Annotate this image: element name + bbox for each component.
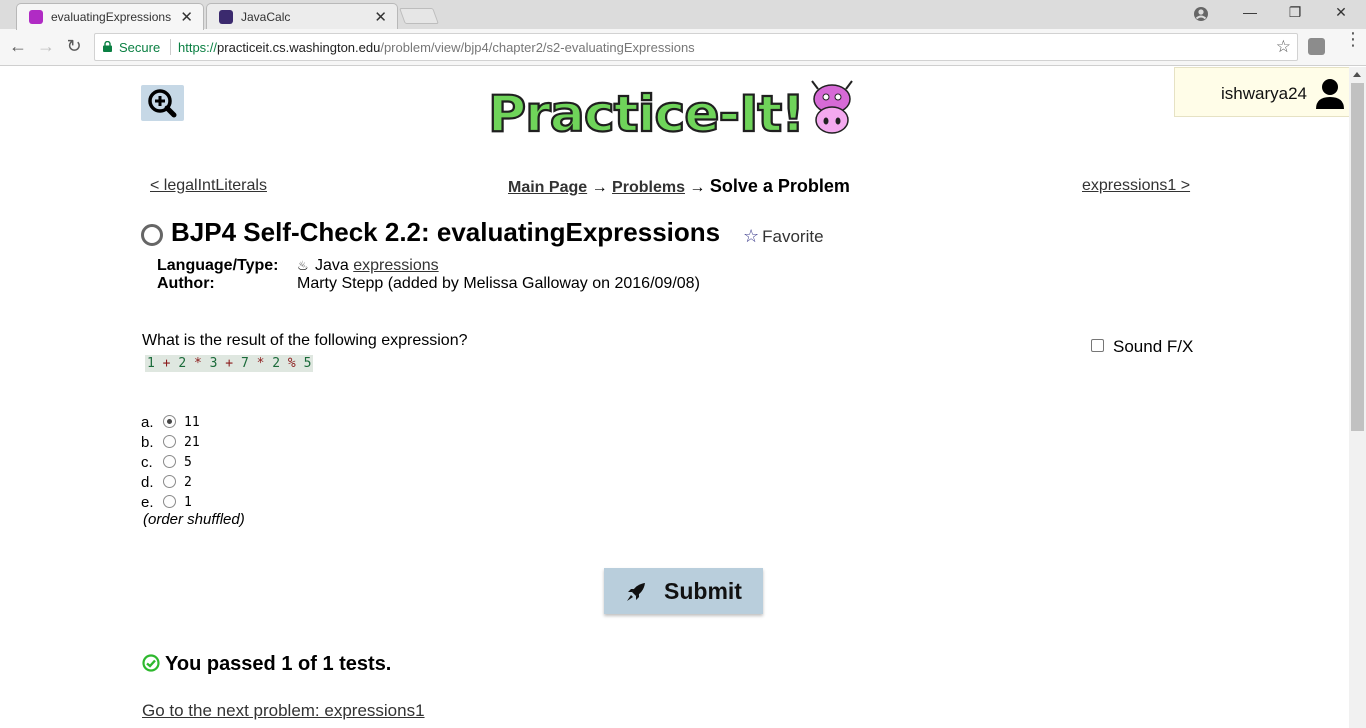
new-tab-button[interactable] <box>399 8 439 24</box>
test-result-text: You passed 1 of 1 tests. <box>165 653 392 675</box>
browser-tabstrip: evaluatingExpressions - S ✕ JavaCalc ✕ —… <box>0 0 1366 30</box>
choice-letter: e. <box>141 494 154 511</box>
expression-number: 1 <box>147 356 155 371</box>
practice-it-logo[interactable]: Practice-It! <box>486 79 866 149</box>
submit-label: Submit <box>664 578 742 604</box>
username[interactable]: ishwarya24 <box>1221 84 1307 104</box>
expression-operator: % <box>280 356 304 371</box>
page-content: Practice-It! ishwarya24 < legalIntLitera… <box>0 67 1366 728</box>
expression-operator: * <box>248 356 273 371</box>
browser-toolbar: ← → ↻ Secure https://practiceit.cs.washi… <box>0 29 1366 66</box>
author-value: Marty Stepp (added by Melissa Galloway o… <box>297 275 700 292</box>
browser-menu-icon[interactable]: ⋮ <box>1344 30 1362 48</box>
choice-letter: a. <box>141 414 154 431</box>
expression-operator: + <box>154 356 179 371</box>
url-separator <box>170 39 171 55</box>
favorite-star-icon: ☆ <box>743 226 760 246</box>
choice-letter: b. <box>141 434 154 451</box>
tab-title: JavaCalc <box>241 10 291 24</box>
favorite-label: Favorite <box>762 227 824 246</box>
breadcrumb-current: Solve a Problem <box>709 176 850 196</box>
choice-value: 21 <box>184 435 200 450</box>
tab-javacalc[interactable]: JavaCalc ✕ <box>206 3 398 30</box>
practiceit-favicon-icon <box>29 10 43 24</box>
type-link[interactable]: expressions <box>353 257 438 274</box>
profile-icon[interactable] <box>1193 6 1209 22</box>
choice-value: 11 <box>184 415 200 430</box>
tab-title: evaluatingExpressions - S <box>51 10 171 24</box>
minimize-button[interactable]: — <box>1238 4 1262 20</box>
expression-code: 1 + 2 * 3 + 7 * 2 % 5 <box>145 355 314 372</box>
secure-label: Secure <box>119 40 161 55</box>
expression-operator: * <box>186 356 210 371</box>
choice-radio[interactable] <box>163 415 176 428</box>
user-icon <box>1316 79 1344 109</box>
cow-mascot-icon <box>811 80 853 134</box>
lock-icon <box>103 41 112 52</box>
user-account-box[interactable]: ishwarya24 <box>1174 67 1350 117</box>
choice-value: 5 <box>184 455 192 470</box>
zoom-in-button[interactable] <box>141 85 184 121</box>
choice-value: 2 <box>184 475 192 490</box>
language-label: Language/Type: <box>157 257 279 274</box>
reload-button[interactable]: ↻ <box>63 36 85 57</box>
go-to-next-problem-link[interactable]: Go to the next problem: expressions1 <box>142 701 425 721</box>
test-result: You passed 1 of 1 tests. <box>142 653 391 676</box>
breadcrumb-main-page[interactable]: Main Page <box>508 179 587 196</box>
choice-radio[interactable] <box>163 475 176 488</box>
forward-button[interactable]: → <box>35 36 57 57</box>
choice-radio[interactable] <box>163 455 176 468</box>
language-value: Java <box>315 257 349 274</box>
expression-operator: + <box>217 356 241 371</box>
next-problem-nav-link[interactable]: expressions1 > <box>1082 177 1190 195</box>
java-icon: ♨ <box>297 258 309 273</box>
choice-radio[interactable] <box>163 435 176 448</box>
close-window-button[interactable]: ✕ <box>1329 4 1353 21</box>
problem-status-icon <box>141 224 163 246</box>
author-label: Author: <box>157 275 215 292</box>
previous-problem-link[interactable]: < legalIntLiterals <box>150 177 267 195</box>
tab-close-icon[interactable]: ✕ <box>374 8 387 26</box>
choice-value: 1 <box>184 495 192 510</box>
expression-number: 5 <box>303 356 312 371</box>
choice-radio[interactable] <box>163 495 176 508</box>
breadcrumb-problems[interactable]: Problems <box>612 179 685 196</box>
submit-button[interactable]: Submit <box>604 568 763 614</box>
javacalc-favicon-icon <box>219 10 233 24</box>
back-button[interactable]: ← <box>7 36 29 57</box>
choice-letter: c. <box>141 454 153 471</box>
checkbox[interactable] <box>1091 339 1104 352</box>
page-title: BJP4 Self-Check 2.2: evaluatingExpressio… <box>171 217 721 247</box>
url-text[interactable]: https://practiceit.cs.washington.edu/pro… <box>178 40 695 55</box>
extension-icon[interactable] <box>1308 38 1325 55</box>
scroll-up-arrow-icon[interactable] <box>1353 72 1361 77</box>
breadcrumb-arrow: → <box>689 179 706 196</box>
rocket-icon <box>627 583 645 601</box>
vertical-scrollbar[interactable] <box>1349 67 1366 728</box>
check-circle-icon <box>142 654 160 672</box>
scrollbar-thumb[interactable] <box>1351 83 1364 431</box>
breadcrumb-arrow: → <box>591 179 608 196</box>
zoom-in-icon <box>148 89 177 118</box>
expression-number: 2 <box>272 356 281 371</box>
tab-close-icon[interactable]: ✕ <box>180 8 193 26</box>
restore-button[interactable]: ❐ <box>1283 4 1307 21</box>
order-shuffled-note: (order shuffled) <box>143 511 245 528</box>
svg-text:Practice-It!: Practice-It! <box>488 85 804 143</box>
breadcrumb: Main Page → Problems → Solve a Problem <box>508 176 850 197</box>
sound-fx-label: Sound F/X <box>1113 337 1194 356</box>
tab-evaluating-expressions[interactable]: evaluatingExpressions - S ✕ <box>16 3 204 30</box>
question-text: What is the result of the following expr… <box>142 332 468 349</box>
expression-number: 7 <box>240 356 249 371</box>
favorite-button[interactable]: ☆ Favorite <box>743 226 824 247</box>
address-bar[interactable]: Secure https://practiceit.cs.washington.… <box>94 33 1298 61</box>
choice-letter: d. <box>141 474 154 491</box>
bookmark-star-icon[interactable]: ☆ <box>1276 37 1291 57</box>
expression-number: 2 <box>178 356 187 371</box>
